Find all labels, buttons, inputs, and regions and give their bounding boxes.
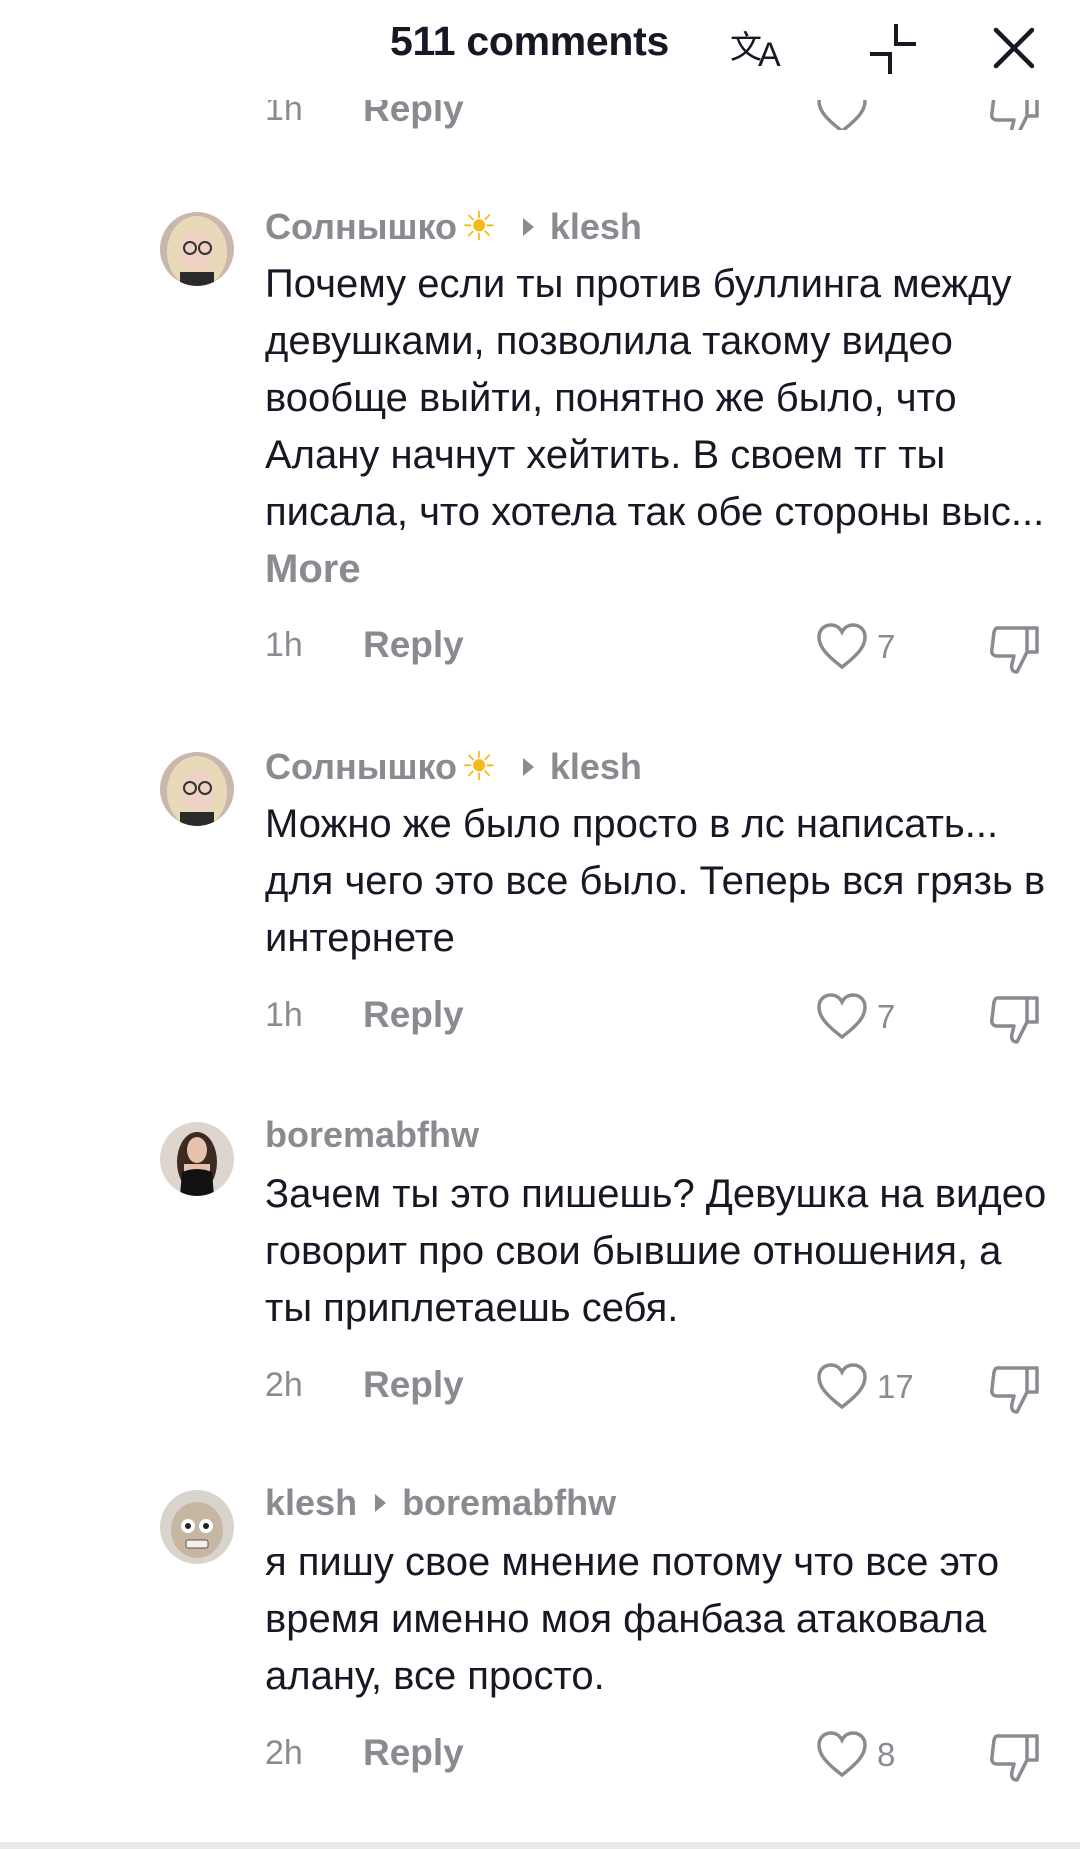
more-link[interactable]: More <box>265 547 361 591</box>
svg-text:A: A <box>758 36 781 72</box>
reply-arrow-icon <box>522 758 534 776</box>
like-count: 8 <box>877 1736 896 1773</box>
comment-actions: 2h Reply 8 <box>265 1730 1055 1782</box>
comment-time: 2h <box>265 1734 303 1772</box>
comments-header: 511 comments 文 A <box>0 0 1080 100</box>
reply-arrow-icon <box>375 1494 387 1512</box>
collapse-icon[interactable] <box>866 22 920 76</box>
dislike-icon[interactable] <box>987 992 1043 1046</box>
heart-icon[interactable] <box>815 622 869 672</box>
close-icon[interactable] <box>990 24 1038 72</box>
comment-text: я пишу свое мнение потому что все это вр… <box>265 1540 1000 1698</box>
like-count: 7 <box>877 628 896 665</box>
comment-author[interactable]: klesh <box>265 1482 357 1524</box>
heart-icon[interactable] <box>815 992 869 1042</box>
comments-count-title: 511 comments <box>390 18 669 64</box>
comment-actions: 2h Reply 17 <box>265 1362 1055 1414</box>
comment-time: 2h <box>265 1366 303 1404</box>
reply-arrow-icon <box>522 218 534 236</box>
sun-emoji: ☀ <box>461 745 497 789</box>
comment-author-line: Солнышко ☀ klesh <box>265 204 642 250</box>
comment-author[interactable]: Солнышко <box>265 746 457 788</box>
comment-time: 1h <box>265 626 303 664</box>
comment-text: Зачем ты это пишешь? Девушка на видео го… <box>265 1172 1047 1330</box>
bottom-divider <box>0 1842 1080 1849</box>
comment-text: Почему если ты против буллинга между дев… <box>265 262 1045 591</box>
avatar[interactable] <box>160 1490 234 1564</box>
comment-actions: 1h Reply 7 <box>265 622 1055 674</box>
translate-icon[interactable]: 文 A <box>728 22 790 72</box>
avatar[interactable] <box>160 212 234 286</box>
like-count: 7 <box>877 998 896 1035</box>
dislike-icon[interactable] <box>987 1730 1043 1784</box>
reply-to-user[interactable]: klesh <box>550 746 642 788</box>
avatar[interactable] <box>160 1122 234 1196</box>
like-count: 17 <box>877 1368 914 1405</box>
reply-to-user[interactable]: klesh <box>550 206 642 248</box>
comment-time: 1h <box>265 996 303 1034</box>
reply-button[interactable]: Reply <box>363 994 464 1036</box>
reply-button[interactable]: Reply <box>363 624 464 666</box>
reply-to-user[interactable]: boremabfhw <box>402 1482 616 1524</box>
comment-author-line: Солнышко ☀ klesh <box>265 744 642 790</box>
comment-author[interactable]: Солнышко <box>265 206 457 248</box>
comment-author-line: klesh boremabfhw <box>265 1482 616 1524</box>
reply-button[interactable]: Reply <box>363 1364 464 1406</box>
dislike-icon[interactable] <box>987 1362 1043 1416</box>
dislike-icon[interactable] <box>987 622 1043 676</box>
comment-actions: 1h Reply 7 <box>265 992 1055 1044</box>
avatar[interactable] <box>160 752 234 826</box>
heart-icon[interactable] <box>815 1362 869 1412</box>
heart-icon[interactable] <box>815 1730 869 1780</box>
comment-author[interactable]: boremabfhw <box>265 1114 479 1156</box>
comment-text: Можно же было просто в лс написать... дл… <box>265 802 1046 960</box>
comment-author-line: boremabfhw <box>265 1114 479 1156</box>
reply-button[interactable]: Reply <box>363 1732 464 1774</box>
sun-emoji: ☀ <box>461 205 497 249</box>
